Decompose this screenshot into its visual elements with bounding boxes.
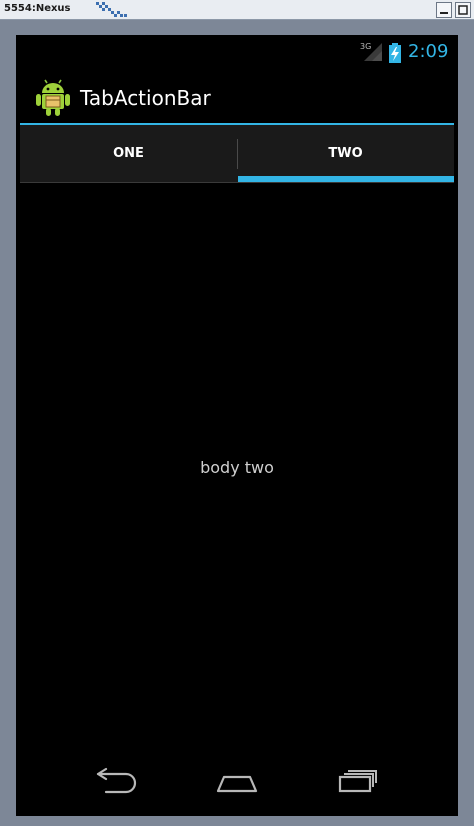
close-icon [458,5,468,15]
app-title: TabActionBar [80,86,211,110]
battery-charging-icon [389,43,401,63]
signal-icon [364,43,382,61]
device-screen: 3G 2:09 TabActionBar ONE TWO body two [16,35,458,816]
tab-two-label: TWO [328,146,363,161]
minimize-button[interactable] [436,2,452,18]
titlebar-decoration [96,2,127,17]
close-button[interactable] [455,2,471,18]
back-icon[interactable] [94,767,140,797]
window-title: 5554:Nexus [4,3,71,14]
tab-bar: ONE TWO [20,125,454,183]
selected-tab-indicator [238,176,454,182]
tab-two[interactable]: TWO [237,125,454,182]
body-text: body two [200,458,274,477]
android-icon[interactable] [36,79,70,117]
recent-apps-icon[interactable] [336,767,382,797]
status-bar: 3G 2:09 [16,35,458,69]
action-bar: TabActionBar [16,69,458,123]
navigation-bar [16,757,458,816]
home-icon[interactable] [214,767,260,797]
status-clock: 2:09 [408,41,449,62]
minimize-icon [440,12,448,14]
tab-one[interactable]: ONE [20,125,237,182]
window-titlebar: 5554:Nexus [0,0,474,20]
tab-one-label: ONE [113,146,144,161]
